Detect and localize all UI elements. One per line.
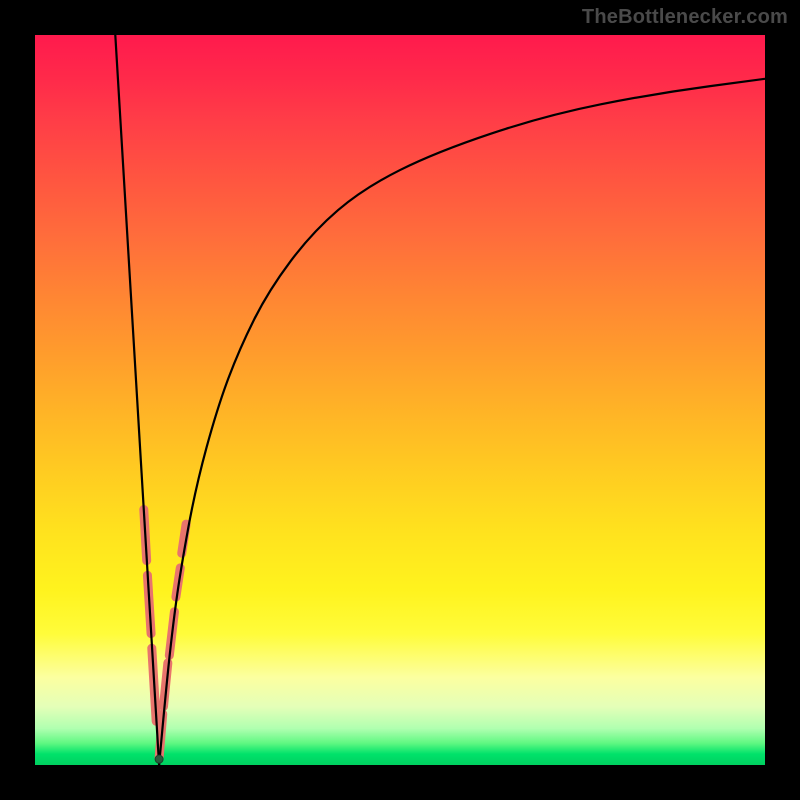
chart-frame: TheBottlenecker.com [0,0,800,800]
curves-svg [35,35,765,765]
right-branch-curve [159,79,765,765]
vertex-marker [155,755,163,763]
plot-area [35,35,765,765]
watermark-text: TheBottlenecker.com [582,6,788,29]
left-branch-curve [115,35,159,765]
